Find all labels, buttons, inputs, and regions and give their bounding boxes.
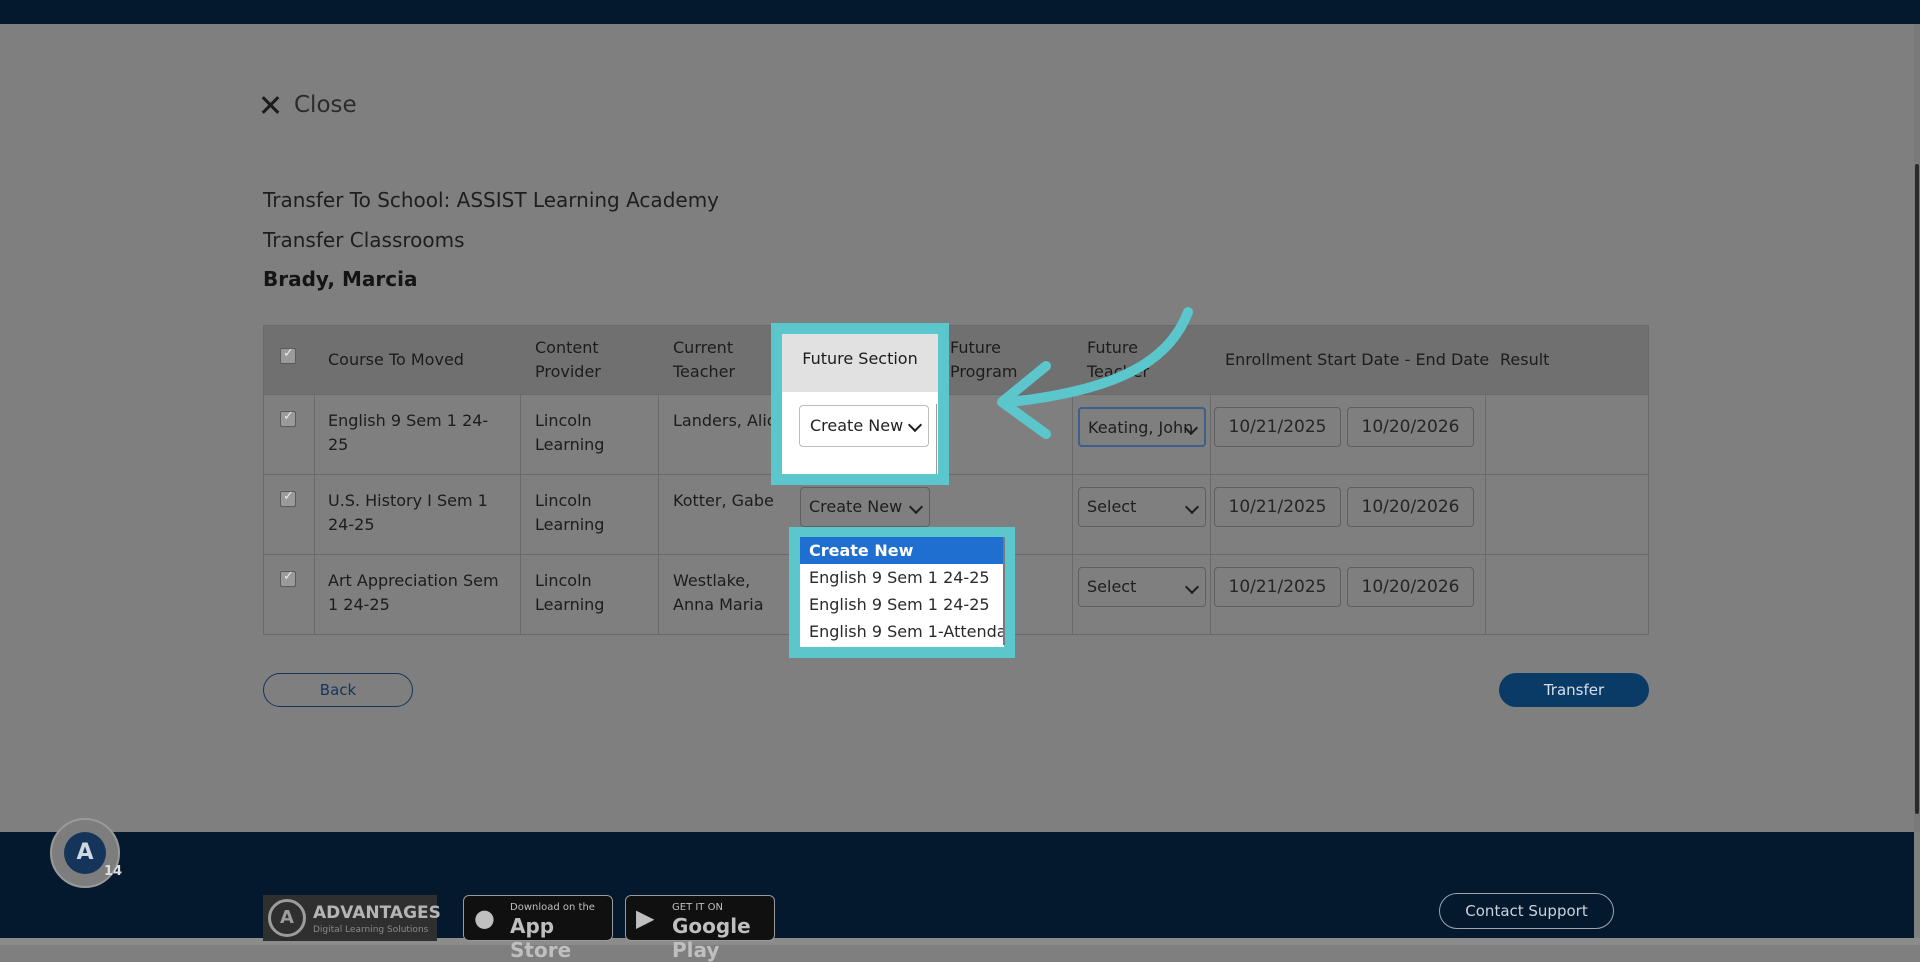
- advantages-logo: A ADVANTAGES Digital Learning Solutions: [263, 895, 441, 941]
- col-current-teacher: Current Teacher: [673, 338, 736, 381]
- transfer-classrooms-heading: Transfer Classrooms: [263, 228, 465, 252]
- dropdown-option-create-new[interactable]: Create New: [800, 537, 1004, 564]
- google-play-text: Google Play: [672, 914, 751, 962]
- col-enrollment-dates: Enrollment Start Date - End Date: [1225, 350, 1490, 369]
- top-bar: [0, 0, 1920, 24]
- apple-icon: ●: [474, 904, 495, 932]
- table-row: English 9 Sem 1 24-25 Lincoln Learning L…: [264, 394, 1648, 475]
- end-date-input[interactable]: 10/20/2026: [1347, 567, 1474, 607]
- close-label: Close: [294, 92, 357, 118]
- advantages-logo-icon: A: [64, 832, 106, 874]
- chevron-down-icon: [908, 499, 924, 515]
- select-all-checkbox[interactable]: [280, 346, 296, 364]
- badge-count: 14: [104, 864, 123, 879]
- row-checkbox[interactable]: [280, 569, 296, 587]
- col-course: Course To Moved: [328, 350, 464, 369]
- future-section-value: Create New: [809, 497, 903, 516]
- transfer-button[interactable]: Transfer: [1499, 673, 1649, 707]
- dropdown-option[interactable]: English 9 Sem 1 24-25: [800, 591, 1004, 618]
- close-icon: [260, 95, 280, 115]
- advantages-mark-icon: A: [268, 899, 306, 937]
- future-section-select[interactable]: Create New: [799, 405, 929, 447]
- start-date-input[interactable]: 10/21/2025: [1214, 487, 1341, 527]
- start-date-input[interactable]: 10/21/2025: [1214, 407, 1341, 447]
- course-name: Art Appreciation Sem 1 24-25: [328, 571, 499, 614]
- dropdown-scrollbar[interactable]: [1003, 537, 1005, 645]
- scrollbar-thumb[interactable]: [1915, 164, 1919, 814]
- contact-support-button[interactable]: Contact Support: [1439, 893, 1614, 929]
- assistant-badge[interactable]: A 14: [50, 818, 123, 888]
- course-name: English 9 Sem 1 24-25: [328, 411, 489, 454]
- future-section-select[interactable]: Create New: [800, 487, 930, 527]
- col-future-section: Future Section: [782, 334, 938, 392]
- chevron-down-icon: [1184, 499, 1200, 515]
- brand-name: ADVANTAGES: [313, 903, 441, 923]
- future-teacher-select[interactable]: Select: [1078, 487, 1206, 527]
- google-play-badge[interactable]: ▶ GET IT ON Google Play: [625, 895, 775, 962]
- dropdown-option[interactable]: English 9 Sem 1 24-25: [800, 564, 1004, 591]
- content-provider: Lincoln Learning: [535, 491, 605, 534]
- table-header: Course To Moved Content Provider Current…: [264, 326, 1648, 394]
- google-play-icon: ▶: [636, 904, 655, 932]
- future-teacher-value: Select: [1087, 577, 1137, 596]
- transfer-school-heading: Transfer To School: ASSIST Learning Acad…: [263, 188, 720, 212]
- start-date-input[interactable]: 10/21/2025: [1214, 567, 1341, 607]
- chevron-down-icon: [907, 417, 923, 433]
- future-teacher-value: Select: [1087, 497, 1137, 516]
- google-play-small-text: GET IT ON: [672, 902, 723, 913]
- section-dropdown-list[interactable]: Create New English 9 Sem 1 24-25 English…: [800, 537, 1004, 645]
- student-name: Brady, Marcia: [263, 267, 418, 291]
- page-scrollbar[interactable]: [1914, 24, 1920, 832]
- col-result: Result: [1500, 350, 1550, 369]
- content-provider: Lincoln Learning: [535, 411, 605, 454]
- end-date-input[interactable]: 10/20/2026: [1347, 487, 1474, 527]
- column-divider: [936, 404, 937, 474]
- app-store-badge[interactable]: ● Download on the App Store: [463, 895, 613, 962]
- app-store-small-text: Download on the: [510, 902, 595, 913]
- row-checkbox[interactable]: [280, 489, 296, 507]
- end-date-input[interactable]: 10/20/2026: [1347, 407, 1474, 447]
- close-button[interactable]: Close: [260, 92, 357, 118]
- course-name: U.S. History I Sem 1 24-25: [328, 491, 488, 534]
- current-teacher: Westlake, Anna Maria: [673, 571, 764, 614]
- brand-tagline: Digital Learning Solutions: [313, 925, 429, 935]
- chevron-down-icon: [1184, 579, 1200, 595]
- future-section-value: Create New: [810, 416, 904, 435]
- content-provider: Lincoln Learning: [535, 571, 605, 614]
- row-checkbox[interactable]: [280, 409, 296, 427]
- future-teacher-select[interactable]: Select: [1078, 567, 1206, 607]
- current-teacher: Kotter, Gabe: [673, 491, 774, 510]
- callout-arrow-icon: [997, 307, 1193, 439]
- app-store-text: App Store: [510, 914, 572, 962]
- dropdown-option[interactable]: English 9 Sem 1-Attendance: [800, 618, 1004, 645]
- back-button[interactable]: Back: [263, 673, 413, 707]
- col-provider: Content Provider: [535, 338, 601, 381]
